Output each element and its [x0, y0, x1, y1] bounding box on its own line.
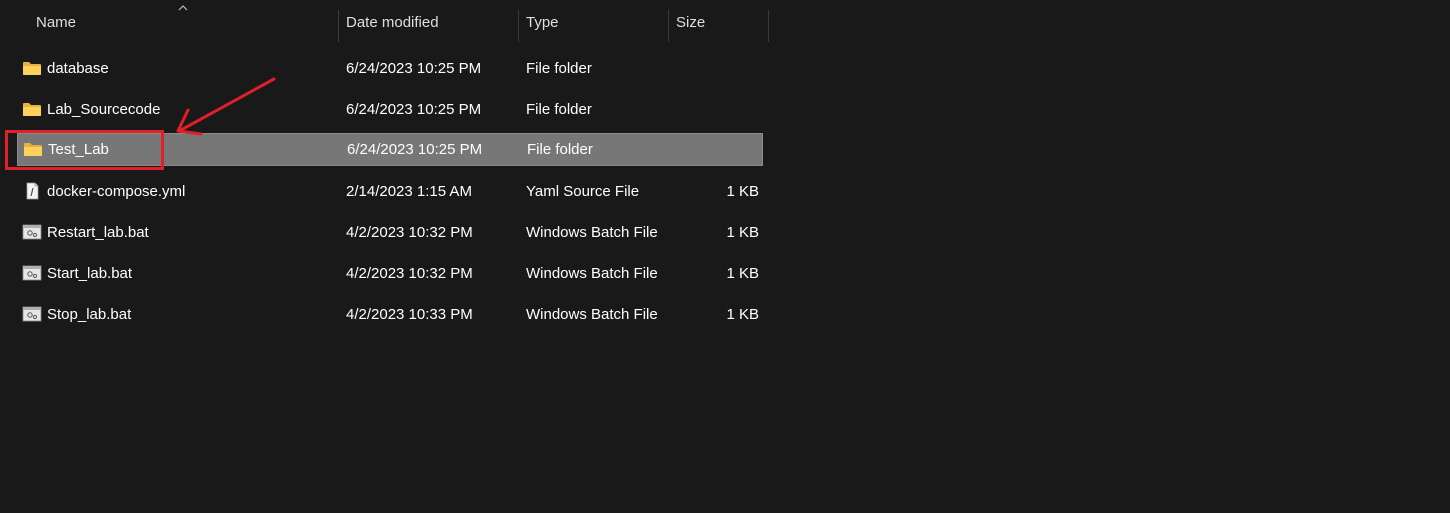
file-date-modified: 4/2/2023 10:32 PM: [346, 224, 473, 241]
file-date-modified: 6/24/2023 10:25 PM: [347, 141, 483, 158]
file-name: Start_lab.bat: [47, 265, 133, 282]
file-date-modified: 2/14/2023 1:15 AM: [346, 183, 472, 200]
column-header-bar: Name Date modified Type Size: [0, 0, 770, 44]
file-type: Windows Batch File: [526, 224, 658, 241]
folder-icon: [23, 103, 41, 116]
column-header-name[interactable]: Name: [36, 0, 336, 44]
column-header-type[interactable]: Type: [526, 0, 666, 44]
column-divider[interactable]: [338, 10, 339, 42]
file-date-modified: 6/24/2023 10:25 PM: [346, 60, 482, 77]
file-size: 1 KB: [726, 183, 759, 200]
column-divider[interactable]: [768, 10, 769, 42]
file-name: Lab_Sourcecode: [47, 101, 161, 118]
file-row-lab-sourcecode[interactable]: Lab_Sourcecode 6/24/2023 10:25 PM File f…: [17, 93, 763, 126]
file-type: Windows Batch File: [526, 306, 658, 323]
batch-file-icon: [22, 306, 42, 322]
file-date-modified: 4/2/2023 10:33 PM: [346, 306, 473, 323]
file-size: 1 KB: [726, 306, 759, 323]
file-name: Test_Lab: [48, 141, 109, 158]
column-divider[interactable]: [518, 10, 519, 42]
column-header-date-label: Date modified: [346, 13, 439, 31]
column-divider[interactable]: [668, 10, 669, 42]
file-row-docker-compose[interactable]: docker-compose.yml 2/14/2023 1:15 AM Yam…: [17, 175, 763, 208]
file-date-modified: 4/2/2023 10:32 PM: [346, 265, 473, 282]
column-header-size-label: Size: [676, 13, 706, 31]
file-row-restart-lab-bat[interactable]: Restart_lab.bat 4/2/2023 10:32 PM Window…: [17, 216, 763, 249]
file-type: Windows Batch File: [526, 265, 658, 282]
file-type: File folder: [527, 141, 593, 158]
column-header-size[interactable]: Size: [676, 0, 766, 44]
file-name: Stop_lab.bat: [47, 306, 132, 323]
file-size: 1 KB: [726, 224, 759, 241]
batch-file-icon: [22, 265, 42, 281]
column-header-name-label: Name: [36, 13, 77, 31]
file-row-test-lab[interactable]: Test_Lab 6/24/2023 10:25 PM File folder: [17, 133, 763, 166]
folder-icon: [23, 62, 41, 75]
file-name: Restart_lab.bat: [47, 224, 149, 241]
column-header-type-label: Type: [526, 13, 559, 31]
file-type: File folder: [526, 60, 592, 77]
file-name: docker-compose.yml: [47, 183, 186, 200]
column-header-date-modified[interactable]: Date modified: [346, 0, 516, 44]
file-date-modified: 6/24/2023 10:25 PM: [346, 101, 482, 118]
file-size: 1 KB: [726, 265, 759, 282]
file-row-database[interactable]: database 6/24/2023 10:25 PM File folder: [17, 52, 763, 85]
folder-icon: [24, 143, 42, 156]
file-type: File folder: [526, 101, 592, 118]
file-row-stop-lab-bat[interactable]: Stop_lab.bat 4/2/2023 10:33 PM Windows B…: [17, 298, 763, 331]
batch-file-icon: [22, 224, 42, 240]
yaml-file-icon: [26, 182, 39, 200]
file-row-start-lab-bat[interactable]: Start_lab.bat 4/2/2023 10:32 PM Windows …: [17, 257, 763, 290]
file-name: database: [47, 60, 109, 77]
file-type: Yaml Source File: [526, 183, 640, 200]
